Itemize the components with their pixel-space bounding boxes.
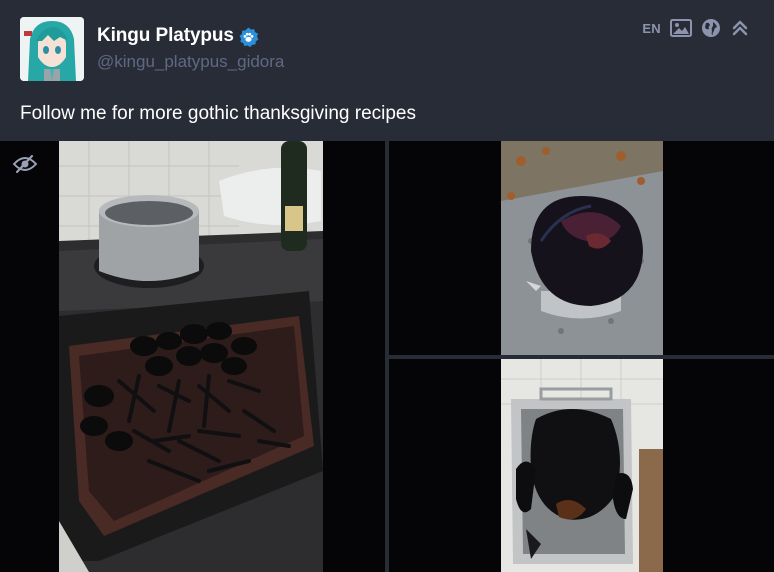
status-meta: EN <box>642 17 750 39</box>
avatar[interactable] <box>20 17 84 81</box>
language-label: EN <box>642 20 661 36</box>
burnt-pot-photo <box>501 141 663 355</box>
media-item-3[interactable] <box>389 359 774 572</box>
globe-icon[interactable] <box>701 18 721 38</box>
media-item-1[interactable] <box>0 141 385 572</box>
burnt-tray-photo <box>59 141 323 572</box>
eye-slash-icon[interactable] <box>11 153 39 175</box>
status-text: Follow me for more gothic thanksgiving r… <box>20 103 417 124</box>
avatar-image <box>20 17 84 81</box>
burnt-turkey-photo <box>501 359 663 572</box>
media-gallery <box>0 141 774 572</box>
display-name[interactable]: Kingu Platypus <box>97 25 234 47</box>
image-icon <box>670 19 692 37</box>
account-handle[interactable]: @kingu_platypus_gidora <box>97 52 284 72</box>
status-card: Kingu Platypus @kingu_platypus_gidora EN… <box>0 0 774 572</box>
media-item-2[interactable] <box>389 141 774 355</box>
collapse-icon[interactable] <box>730 18 750 38</box>
paw-badge-icon <box>239 27 259 48</box>
